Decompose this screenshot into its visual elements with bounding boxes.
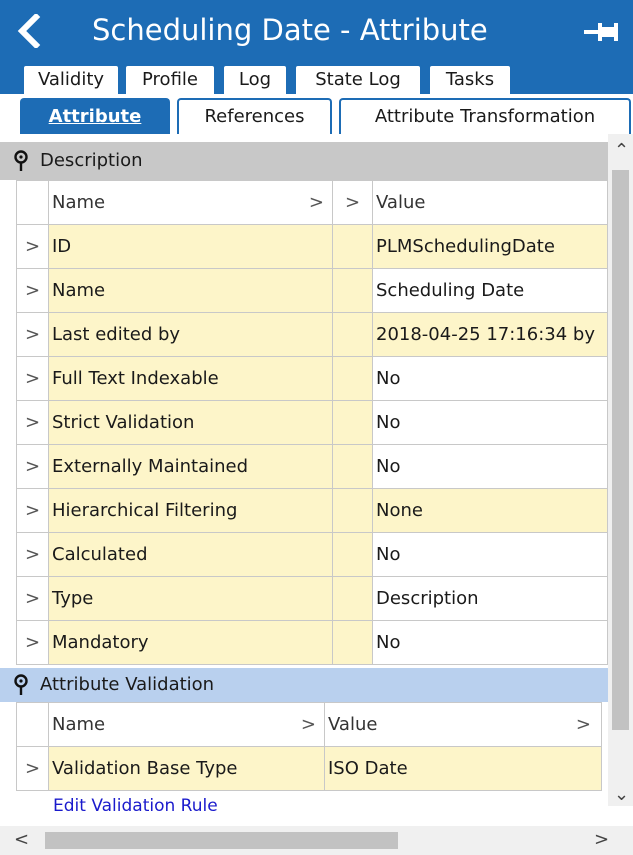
scroll-left-icon[interactable]: < bbox=[14, 829, 29, 850]
row-value[interactable]: No bbox=[372, 532, 608, 577]
row-value[interactable]: No bbox=[372, 400, 608, 445]
row-name: Type bbox=[48, 576, 333, 621]
expand-row-icon[interactable]: > bbox=[16, 576, 49, 621]
row-name: Full Text Indexable bbox=[48, 356, 333, 401]
tab-validity[interactable]: Validity bbox=[22, 64, 120, 94]
row-name: Hierarchical Filtering bbox=[48, 488, 333, 533]
tab-label: Attribute bbox=[48, 106, 142, 127]
row-value[interactable]: No bbox=[372, 444, 608, 489]
tab-attribute[interactable]: Attribute bbox=[20, 98, 170, 134]
row-name: Last edited by bbox=[48, 312, 333, 357]
scrollbar-thumb[interactable] bbox=[612, 170, 629, 730]
row-name: ID bbox=[48, 224, 333, 269]
tab-label: Profile bbox=[142, 69, 198, 90]
scroll-down-icon[interactable]: ⌄ bbox=[614, 784, 629, 805]
expand-row-icon[interactable]: > bbox=[16, 620, 49, 665]
edit-validation-rule-link[interactable]: Edit Validation Rule bbox=[53, 796, 218, 816]
grid-header-row: Name > Value > bbox=[16, 702, 602, 747]
table-row[interactable]: > Strict Validation No bbox=[16, 400, 608, 445]
pushpin-icon[interactable] bbox=[12, 674, 30, 696]
row-name: Validation Base Type bbox=[48, 746, 325, 791]
chevron-right-icon: > bbox=[575, 714, 591, 735]
column-header-value[interactable]: Value > bbox=[324, 702, 602, 747]
section-title: Description bbox=[40, 150, 143, 171]
pin-icon[interactable] bbox=[582, 20, 622, 44]
validation-section-header[interactable]: Attribute Validation bbox=[0, 668, 608, 702]
row-value[interactable]: No bbox=[372, 620, 608, 665]
expand-row-icon[interactable]: > bbox=[16, 312, 49, 357]
row-name: Externally Maintained bbox=[48, 444, 333, 489]
scroll-right-icon[interactable]: > bbox=[594, 829, 609, 850]
chevron-right-icon[interactable]: > bbox=[332, 180, 373, 225]
row-value[interactable]: Scheduling Date bbox=[372, 268, 608, 313]
title-bar: Scheduling Date - Attribute bbox=[0, 0, 633, 62]
expand-row-icon[interactable]: > bbox=[16, 268, 49, 313]
window-title: Scheduling Date - Attribute bbox=[92, 13, 488, 47]
row-value[interactable]: ISO Date bbox=[324, 746, 602, 791]
chevron-right-icon: > bbox=[300, 714, 316, 735]
column-header-name[interactable]: Name > bbox=[48, 702, 325, 747]
table-row[interactable]: > Last edited by 2018-04-25 17:16:34 by bbox=[16, 312, 608, 357]
tab-attribute-transformation[interactable]: Attribute Transformation bbox=[339, 98, 631, 134]
table-row[interactable]: > Type Description bbox=[16, 576, 608, 621]
row-name: Name bbox=[48, 268, 333, 313]
tab-references[interactable]: References bbox=[177, 98, 332, 134]
chevron-right-icon: > bbox=[308, 192, 324, 213]
table-row[interactable]: > Calculated No bbox=[16, 532, 608, 577]
tab-tasks[interactable]: Tasks bbox=[428, 64, 512, 94]
tab-state-log[interactable]: State Log bbox=[294, 64, 422, 94]
row-value[interactable]: 2018-04-25 17:16:34 by bbox=[372, 312, 608, 357]
description-section-header[interactable]: Description bbox=[0, 142, 608, 180]
table-row[interactable]: > ID PLMSchedulingDate bbox=[16, 224, 608, 269]
tab-label: Attribute Transformation bbox=[374, 106, 596, 127]
table-row[interactable]: > Externally Maintained No bbox=[16, 444, 608, 489]
scroll-up-icon[interactable]: ⌃ bbox=[614, 140, 629, 161]
table-row[interactable]: > Full Text Indexable No bbox=[16, 356, 608, 401]
tab-label: Log bbox=[238, 69, 272, 90]
tab-label: State Log bbox=[315, 69, 401, 90]
table-row[interactable]: > Name Scheduling Date bbox=[16, 268, 608, 313]
tab-profile[interactable]: Profile bbox=[124, 64, 216, 94]
expand-row-icon[interactable]: > bbox=[16, 356, 49, 401]
expand-row-icon[interactable]: > bbox=[16, 400, 49, 445]
attribute-panel: Description Name > > Value > ID PLMSched… bbox=[0, 134, 633, 828]
grid-header-row: Name > > Value bbox=[16, 180, 608, 225]
column-header-value[interactable]: Value bbox=[372, 180, 608, 225]
horizontal-scrollbar[interactable]: < > bbox=[0, 826, 633, 855]
expand-row-icon[interactable]: > bbox=[16, 444, 49, 489]
tab-log[interactable]: Log bbox=[222, 64, 288, 94]
expand-row-icon[interactable]: > bbox=[16, 488, 49, 533]
tab-label: Validity bbox=[37, 69, 105, 90]
row-value[interactable]: PLMSchedulingDate bbox=[372, 224, 608, 269]
column-header-name[interactable]: Name > bbox=[48, 180, 333, 225]
row-name: Strict Validation bbox=[48, 400, 333, 445]
row-name: Mandatory bbox=[48, 620, 333, 665]
tab-label: References bbox=[204, 106, 305, 127]
description-rows: > ID PLMSchedulingDate > Name Scheduling… bbox=[16, 224, 608, 665]
table-row[interactable]: > Validation Base Type ISO Date bbox=[16, 746, 602, 791]
validation-grid: Name > Value > > Validation Base Type IS… bbox=[16, 702, 602, 791]
vertical-scrollbar[interactable]: ⌃ ⌄ bbox=[608, 134, 633, 806]
chevron-left-icon[interactable] bbox=[14, 14, 44, 48]
expand-row-icon[interactable]: > bbox=[16, 746, 49, 791]
table-row[interactable]: > Mandatory No bbox=[16, 620, 608, 665]
pushpin-icon[interactable] bbox=[12, 150, 30, 172]
row-value[interactable]: Description bbox=[372, 576, 608, 621]
expand-row-icon[interactable]: > bbox=[16, 224, 49, 269]
expand-row-icon[interactable]: > bbox=[16, 532, 49, 577]
scrollbar-thumb[interactable] bbox=[45, 832, 398, 849]
row-name: Calculated bbox=[48, 532, 333, 577]
tab-label: Tasks bbox=[445, 69, 495, 90]
table-row[interactable]: > Hierarchical Filtering None bbox=[16, 488, 608, 533]
row-value[interactable]: None bbox=[372, 488, 608, 533]
section-title: Attribute Validation bbox=[40, 674, 215, 695]
row-value[interactable]: No bbox=[372, 356, 608, 401]
description-grid: Name > > Value bbox=[16, 180, 608, 225]
